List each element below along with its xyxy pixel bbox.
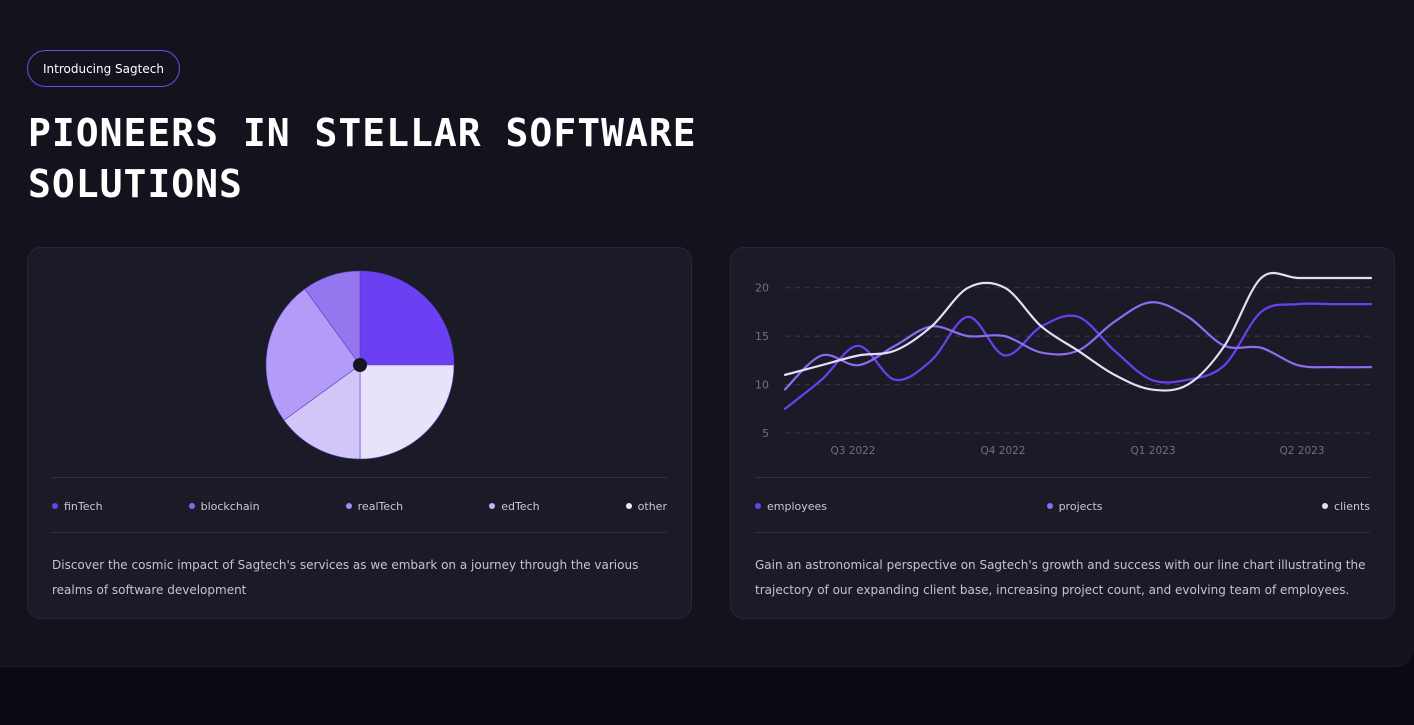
line-description: Gain an astronomical perspective on Sagt…: [755, 558, 1366, 597]
legend-label: edTech: [501, 499, 540, 513]
legend-dot: [625, 503, 632, 509]
y-tick-label: 15: [755, 330, 769, 343]
divider: [52, 477, 667, 478]
x-tick-label: Q3 2022: [830, 445, 875, 457]
legend-item-edtech: edTech: [489, 499, 540, 513]
legend-dot: [52, 503, 58, 509]
pie-legend: finTech blockchain realTech edTech other: [52, 499, 667, 513]
divider: [52, 532, 667, 533]
hero-panel: Introducing Sagtech PIONEERS IN STELLAR …: [0, 0, 1414, 667]
line-chart-card: 5 10 15 20 Q3 2022 Q4 2022 Q1 2023 Q2 2023 empl…: [730, 247, 1395, 619]
legend-label: realTech: [357, 499, 404, 513]
legend-label: clients: [1334, 499, 1370, 513]
divider: [755, 477, 1370, 478]
legend-label: other: [637, 499, 667, 513]
legend-item-realtech: realTech: [345, 499, 404, 513]
y-tick-label: 20: [755, 282, 769, 295]
line-chart: 5 10 15 20 Q3 2022 Q4 2022 Q1 2023 Q2 2023: [755, 271, 1373, 457]
legend-item-projects: projects: [1046, 499, 1103, 513]
x-tick-label: Q1 2023: [1130, 445, 1175, 457]
pie-slice-fintech[interactable]: [359, 270, 455, 366]
legend-dot: [489, 503, 496, 509]
y-tick-label: 10: [755, 379, 769, 392]
line-series-employees[interactable]: [783, 302, 1373, 410]
x-tick-label: Q4 2022: [980, 445, 1025, 457]
legend-dot: [755, 503, 761, 509]
x-tick-label: Q2 2023: [1279, 445, 1324, 457]
legend-dot: [188, 503, 195, 509]
legend-label: projects: [1058, 499, 1103, 513]
pie-slice-other[interactable]: [359, 364, 455, 460]
legend-label: finTech: [64, 499, 103, 513]
legend-item-clients: clients: [1322, 499, 1370, 513]
line-legend: employees projects clients: [755, 499, 1370, 513]
legend-dot: [1322, 503, 1329, 509]
legend-item-other: other: [625, 499, 667, 513]
page-title: PIONEERS IN STELLAR SOFTWARE SOLUTIONS: [28, 111, 697, 206]
legend-dot: [1046, 503, 1053, 509]
pie-chart: [265, 270, 455, 460]
line-series-projects[interactable]: [783, 301, 1373, 391]
legend-item-fintech: finTech: [52, 499, 103, 513]
line-series-clients[interactable]: [783, 271, 1373, 392]
legend-item-employees: employees: [755, 499, 827, 513]
intro-badge[interactable]: Introducing Sagtech: [27, 50, 180, 87]
y-tick-label: 5: [762, 427, 769, 440]
legend-label: blockchain: [200, 499, 260, 513]
pie-description: Discover the cosmic impact of Sagtech's …: [52, 558, 639, 597]
pie-center-dot: [353, 358, 367, 372]
legend-label: employees: [767, 499, 828, 513]
pie-chart-card: finTech blockchain realTech edTech other Dis…: [27, 247, 692, 619]
legend-dot: [345, 503, 352, 509]
divider: [755, 532, 1370, 533]
legend-item-blockchain: blockchain: [188, 499, 260, 513]
